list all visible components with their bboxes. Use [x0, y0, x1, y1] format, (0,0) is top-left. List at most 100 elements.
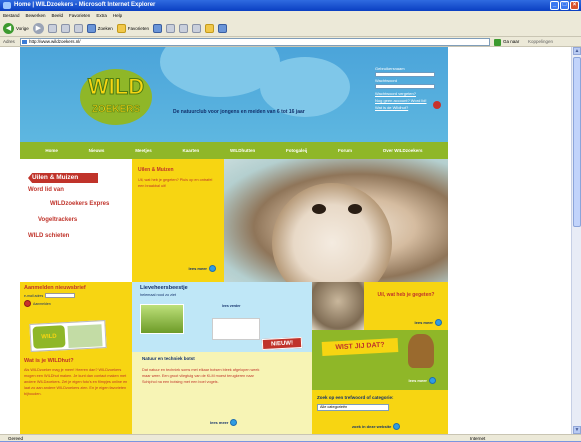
nav-maps[interactable]: Kaarten: [182, 148, 199, 153]
beestje-more-tag[interactable]: lees verder: [222, 304, 241, 308]
left-menu-item[interactable]: Word lid van: [28, 187, 64, 193]
address-input[interactable]: http://www.wildzoekers.nl/: [20, 38, 490, 46]
card-photo: [67, 324, 103, 348]
nature-more-label: lees meer: [210, 420, 229, 425]
site-nav: Home Nieuws Meetjes Kaarten WILDhutten F…: [20, 142, 448, 159]
ladybug-photo[interactable]: [140, 304, 184, 334]
newsletter-section: Aanmelden nieuwsbrief e-mail adres Aanme…: [20, 282, 132, 434]
owl-more-link[interactable]: lees meer: [415, 319, 442, 326]
wildhut-title: Wat is je WILDhut?: [24, 358, 74, 364]
email-input[interactable]: [45, 293, 76, 298]
status-bar: Gereed Internet: [0, 434, 581, 441]
site-slogan: De natuurclub voor jongens en meiden van…: [173, 109, 305, 115]
promo-more-link[interactable]: lees meer: [189, 265, 216, 272]
menu-view[interactable]: Beeld: [52, 11, 64, 20]
nature-text: Dat natuur en techniek soms met elkaar b…: [142, 368, 260, 384]
site-search-button[interactable]: zoek in deze website: [352, 423, 401, 430]
owl-question-text: Uil, wat heb je gegeten?: [377, 292, 435, 298]
nav-forum[interactable]: Forum: [338, 148, 352, 153]
wildzoekers-logo[interactable]: WILD ZOEKERS: [78, 62, 154, 128]
scroll-thumb[interactable]: [573, 57, 581, 227]
maximize-button[interactable]: □: [560, 1, 569, 10]
media-icon[interactable]: [153, 23, 163, 33]
site-search: Zoek op een trefwoord of categorie: Alle…: [312, 390, 448, 434]
eagle-owl-photo: [312, 282, 364, 330]
left-menu-active-item[interactable]: Uilen & Muizen: [28, 173, 98, 183]
menu-help[interactable]: Help: [113, 11, 122, 20]
left-menu-item[interactable]: Vogeltrackers: [38, 217, 77, 223]
go-button[interactable]: Ga naar: [494, 38, 519, 46]
nav-wildhutten[interactable]: WILDhutten: [230, 148, 255, 153]
promo-title: Uilen & Muizen: [138, 167, 174, 173]
stop-icon[interactable]: [47, 23, 57, 33]
menu-file[interactable]: Bestand: [3, 11, 20, 20]
edit-icon[interactable]: [192, 23, 202, 33]
login-submit-icon[interactable]: [433, 101, 441, 109]
site-search-label: zoek in deze website: [352, 424, 392, 429]
username-label: Gebruikersnaam: [375, 66, 405, 71]
newsletter-form: e-mail adres: [24, 293, 128, 298]
menu-favorites[interactable]: Favorieten: [69, 11, 90, 20]
arrow-icon: [230, 419, 238, 426]
owl-photo: [224, 159, 448, 282]
left-menu-item[interactable]: WILD schieten: [28, 233, 69, 239]
minimize-button[interactable]: _: [550, 1, 559, 10]
nature-more-link[interactable]: lees meer: [210, 419, 238, 426]
menu-bar: Bestand Bewerken Beeld Favorieten Extra …: [0, 11, 581, 20]
bird-illustration: [408, 334, 434, 368]
did-you-know-more-label: lees meer: [408, 378, 427, 383]
internet-explorer-icon: [3, 2, 11, 9]
web-page: WILD ZOEKERS De natuurclub voor jongens …: [20, 47, 448, 434]
new-badge: NIEUW!: [261, 336, 303, 351]
favorites-button[interactable]: Favorieten: [116, 23, 150, 33]
nature-title[interactable]: Natuur en techniek botst: [142, 356, 302, 361]
category-select[interactable]: Alle categorieën: [317, 404, 389, 411]
address-bar: Adres http://www.wildzoekers.nl/ Ga naar…: [0, 37, 581, 47]
vertical-scrollbar[interactable]: ▲ ▼: [571, 47, 581, 434]
subscribe-button[interactable]: Aanmelden: [24, 300, 128, 307]
scroll-up-icon[interactable]: ▲: [573, 47, 581, 55]
favorites-label: Favorieten: [127, 25, 150, 31]
card-logo: WILD: [32, 325, 66, 349]
forward-button[interactable]: ▶: [32, 22, 44, 34]
mail-icon[interactable]: [166, 23, 176, 33]
print-icon[interactable]: [179, 23, 189, 33]
wildhut-info: Wat is je WILDhut? Als WILDzoeker mag je…: [20, 354, 132, 434]
arrow-icon: [209, 265, 216, 272]
refresh-icon[interactable]: [60, 23, 70, 33]
search-button[interactable]: Zoeken: [86, 23, 113, 33]
links-button[interactable]: Koppelingen: [528, 37, 553, 47]
wildhut-text: Als WILDzoeker mag je meer! Heeren dan? …: [24, 368, 128, 396]
register-link[interactable]: Nog geen account? Word lid!: [375, 98, 441, 103]
home-icon[interactable]: [73, 23, 83, 33]
nav-about[interactable]: Over WILDzoekers: [383, 148, 423, 153]
nav-home[interactable]: Home: [45, 148, 58, 153]
beestje-title[interactable]: Lieveheersbeestje: [140, 285, 188, 291]
nav-news[interactable]: Nieuws: [89, 148, 105, 153]
beestje-card-image: [212, 318, 260, 340]
owl-question: Uil, wat heb je gegeten? lees meer: [364, 282, 448, 330]
menu-tools[interactable]: Extra: [96, 11, 107, 20]
forgot-password-link[interactable]: Wachtwoord vergeten?: [375, 91, 441, 96]
close-button[interactable]: ×: [570, 1, 579, 10]
newsletter-title: Aanmelden nieuwsbrief: [24, 285, 86, 291]
newsletter-box: Aanmelden nieuwsbrief e-mail adres Aanme…: [20, 282, 132, 354]
owl-more-label: lees meer: [414, 320, 433, 325]
menu-edit[interactable]: Bewerken: [26, 11, 46, 20]
back-button[interactable]: ◀ Vorige: [3, 22, 29, 34]
username-input[interactable]: [375, 72, 435, 77]
nav-meetjes[interactable]: Meetjes: [135, 148, 152, 153]
password-input[interactable]: [375, 84, 435, 89]
folder-icon[interactable]: [205, 23, 215, 33]
arrow-icon: [435, 319, 442, 326]
arrow-icon: [393, 423, 401, 430]
right-column: Uil, wat heb je gegeten? lees meer WIST …: [312, 282, 448, 434]
left-menu-item[interactable]: WILDzoekers Expres: [50, 201, 109, 207]
scroll-down-icon[interactable]: ▼: [573, 426, 581, 434]
messenger-icon[interactable]: [218, 23, 228, 33]
left-menu: Uilen & Muizen Word lid van WILDzoekers …: [20, 159, 132, 282]
did-you-know-more-link[interactable]: lees meer: [409, 377, 436, 384]
wildhut-link[interactable]: Wat is de Wildhut?: [375, 105, 441, 110]
site-header: WILD ZOEKERS De natuurclub voor jongens …: [20, 47, 448, 142]
nav-photos[interactable]: Fotogaleij: [286, 148, 307, 153]
